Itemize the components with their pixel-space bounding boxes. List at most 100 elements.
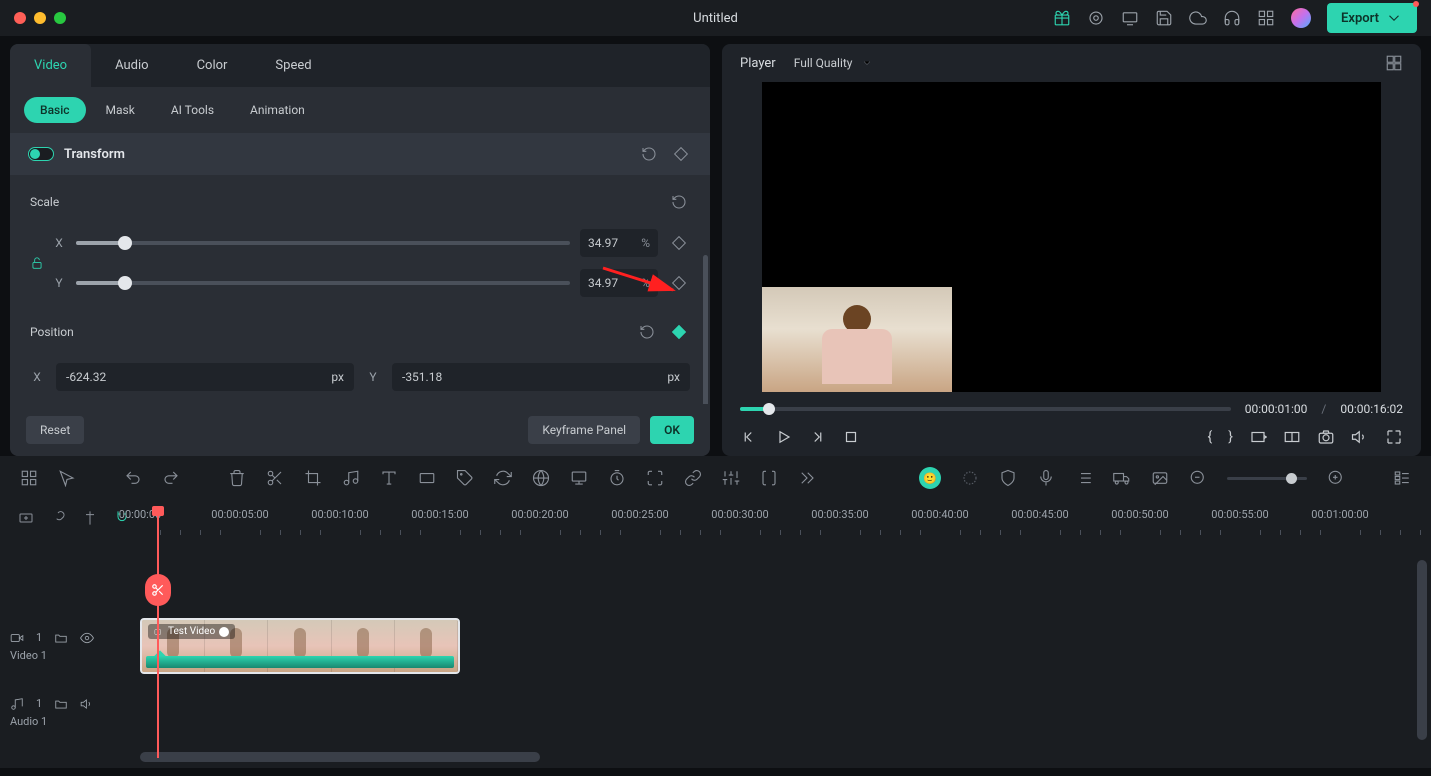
seek-bar[interactable] xyxy=(740,407,1231,411)
subtab-aitools[interactable]: AI Tools xyxy=(155,97,230,123)
music-note-icon[interactable] xyxy=(342,469,360,487)
transform-reset-icon[interactable] xyxy=(638,143,660,165)
position-reset-icon[interactable] xyxy=(636,321,658,343)
timer-icon[interactable] xyxy=(608,469,626,487)
headphones-icon[interactable] xyxy=(1223,9,1241,27)
folder-icon[interactable] xyxy=(54,631,68,645)
properties-scrollbar[interactable] xyxy=(703,255,708,404)
subtab-animation[interactable]: Animation xyxy=(234,97,321,123)
link-clips-icon[interactable] xyxy=(50,510,66,526)
lock-icon[interactable] xyxy=(30,256,44,270)
window-controls xyxy=(14,12,66,24)
transform-toggle[interactable] xyxy=(28,147,54,161)
snapshot-icon[interactable] xyxy=(1317,428,1335,446)
tab-video[interactable]: Video xyxy=(10,44,91,87)
tab-audio[interactable]: Audio xyxy=(91,44,172,87)
preview-canvas[interactable] xyxy=(762,82,1381,392)
scissor-playhead-icon[interactable] xyxy=(145,574,171,606)
crop-icon[interactable] xyxy=(304,469,322,487)
timeline-v-scrollbar[interactable] xyxy=(1417,560,1427,740)
more-icon[interactable] xyxy=(798,469,816,487)
visibility-icon[interactable] xyxy=(80,631,94,645)
maximize-window[interactable] xyxy=(54,12,66,24)
truck-icon[interactable] xyxy=(1113,469,1131,487)
brackets-icon[interactable] xyxy=(760,469,778,487)
mark-in-icon[interactable]: { xyxy=(1208,429,1213,445)
layout-grid-icon[interactable] xyxy=(1385,54,1403,72)
position-x-input[interactable]: -624.32px xyxy=(56,363,354,391)
subtab-mask[interactable]: Mask xyxy=(90,97,151,123)
scale-y-keyframe[interactable] xyxy=(668,272,690,294)
playhead[interactable] xyxy=(157,506,159,758)
position-y-input[interactable]: -351.18px xyxy=(392,363,690,391)
cloud-icon[interactable] xyxy=(1189,9,1207,27)
add-track-icon[interactable] xyxy=(18,510,34,526)
stop-icon[interactable] xyxy=(842,428,860,446)
audio-mute-icon[interactable] xyxy=(80,697,94,711)
redo-icon[interactable] xyxy=(162,469,180,487)
adjust-icon[interactable] xyxy=(722,469,740,487)
play-icon[interactable] xyxy=(774,428,792,446)
close-window[interactable] xyxy=(14,12,26,24)
fullscreen-icon[interactable] xyxy=(1385,428,1403,446)
grid-tool-icon[interactable] xyxy=(20,469,38,487)
tab-speed[interactable]: Speed xyxy=(251,44,335,87)
link-icon[interactable] xyxy=(684,469,702,487)
zoom-in-icon[interactable] xyxy=(1327,469,1345,487)
undo-icon[interactable] xyxy=(124,469,142,487)
shield-icon[interactable] xyxy=(999,469,1017,487)
position-keyframe-icon[interactable] xyxy=(668,321,690,343)
view-options-icon[interactable] xyxy=(1393,469,1411,487)
scale-x-keyframe[interactable] xyxy=(668,232,690,254)
text-icon[interactable] xyxy=(380,469,398,487)
save-icon[interactable] xyxy=(1155,9,1173,27)
quality-dropdown[interactable]: Full Quality xyxy=(794,56,873,70)
export-button[interactable]: Export xyxy=(1327,3,1417,33)
image-icon[interactable] xyxy=(1151,469,1169,487)
scale-y-slider[interactable] xyxy=(76,281,570,285)
tab-color[interactable]: Color xyxy=(173,44,252,87)
compare-icon[interactable] xyxy=(1283,428,1301,446)
ratio-icon[interactable] xyxy=(1249,428,1267,446)
screen-icon[interactable] xyxy=(570,469,588,487)
cut-icon[interactable] xyxy=(266,469,284,487)
expand-icon[interactable] xyxy=(646,469,664,487)
display-icon[interactable] xyxy=(1121,9,1139,27)
aspect-icon[interactable] xyxy=(418,469,436,487)
scale-x-value[interactable]: 34.97% xyxy=(580,229,658,257)
user-avatar[interactable] xyxy=(1291,8,1311,28)
ai-assistant-icon[interactable]: 🙂 xyxy=(919,467,941,489)
keyframe-panel-button[interactable]: Keyframe Panel xyxy=(528,416,640,444)
transform-keyframe-icon[interactable] xyxy=(670,143,692,165)
minimize-window[interactable] xyxy=(34,12,46,24)
globe-icon[interactable] xyxy=(532,469,550,487)
prev-frame-icon[interactable] xyxy=(740,428,758,446)
scale-x-slider[interactable] xyxy=(76,241,570,245)
zoom-slider[interactable] xyxy=(1227,477,1307,480)
mark-out-icon[interactable]: } xyxy=(1228,429,1233,445)
scale-reset-icon[interactable] xyxy=(668,191,690,213)
refresh-icon[interactable] xyxy=(494,469,512,487)
timeline-h-scrollbar[interactable] xyxy=(140,752,540,762)
time-ruler[interactable]: 00:00:0000:00:05:0000:00:10:0000:00:15:0… xyxy=(140,508,1411,538)
apps-icon[interactable] xyxy=(1257,9,1275,27)
pointer-tool-icon[interactable] xyxy=(58,469,76,487)
sparkle-icon[interactable] xyxy=(961,469,979,487)
reset-button[interactable]: Reset xyxy=(26,416,84,444)
list-icon[interactable] xyxy=(1075,469,1093,487)
subtab-basic[interactable]: Basic xyxy=(24,97,86,123)
zoom-out-icon[interactable] xyxy=(1189,469,1207,487)
video-clip[interactable]: Test Video xyxy=(140,618,460,674)
next-frame-icon[interactable] xyxy=(808,428,826,446)
audio-folder-icon[interactable] xyxy=(54,697,68,711)
delete-icon[interactable] xyxy=(228,469,246,487)
volume-icon[interactable] xyxy=(1351,428,1369,446)
gift-icon[interactable] xyxy=(1053,9,1071,27)
tag-icon[interactable] xyxy=(456,469,474,487)
ok-button[interactable]: OK xyxy=(650,416,694,444)
record-icon[interactable] xyxy=(1087,9,1105,27)
marker-icon[interactable] xyxy=(82,510,98,526)
scale-y-value[interactable]: 34.97% xyxy=(580,269,658,297)
ruler-tick: 00:00:50:00 xyxy=(1111,508,1168,521)
mic-icon[interactable] xyxy=(1037,469,1055,487)
